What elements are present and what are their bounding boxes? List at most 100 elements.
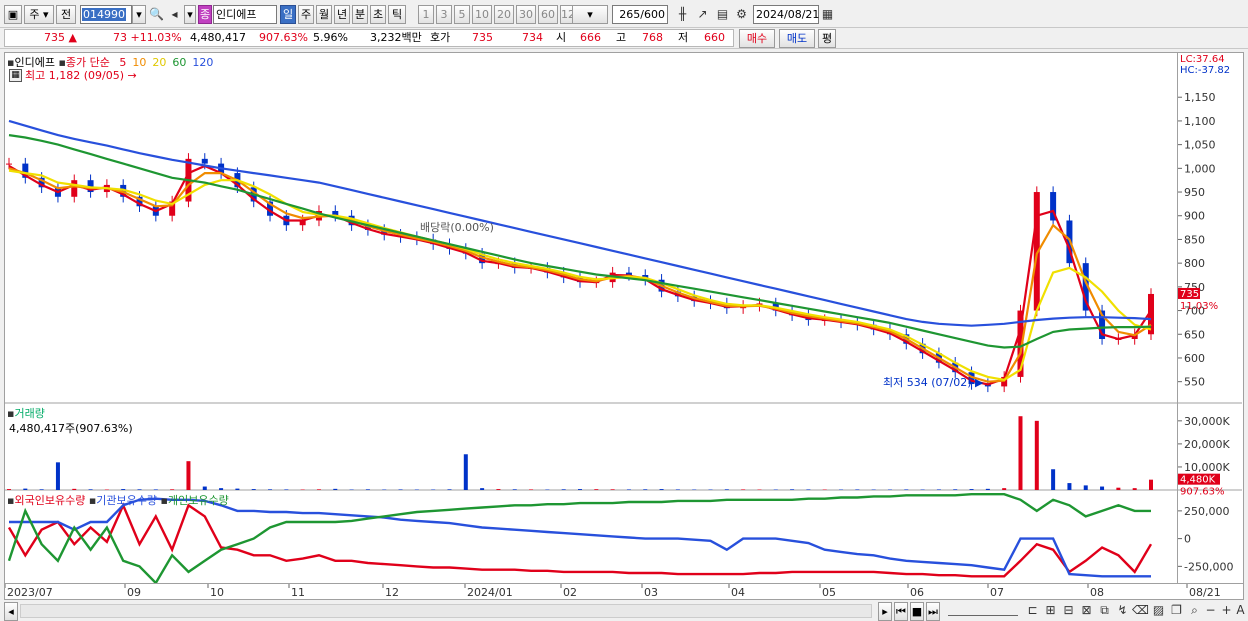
average-button[interactable]: 평 — [818, 29, 836, 48]
zoom-slider[interactable] — [948, 606, 1018, 616]
split-icon[interactable]: ⊟ — [1060, 602, 1077, 619]
font-size-icon[interactable]: A — [1232, 602, 1248, 619]
volume-bar — [790, 489, 795, 490]
calendar-icon[interactable]: ▦ — [819, 6, 836, 23]
code-dropdown-icon[interactable]: ▾ — [132, 5, 146, 24]
interval-button-20[interactable]: 20 — [494, 5, 514, 24]
last-volume-text: 4,480K — [1180, 475, 1216, 486]
x-tick-label: 07 — [990, 586, 1004, 599]
y-tick-label: 600 — [1184, 352, 1205, 365]
draw-tool-icon[interactable]: ↗ — [694, 6, 711, 23]
turnover-rate: 5.96% — [313, 31, 348, 44]
ma-period-60: 60 — [172, 56, 187, 69]
volume-bar — [1100, 486, 1105, 490]
speaker-dropdown-icon[interactable]: ▾ — [184, 5, 196, 24]
minus-icon[interactable]: − — [1202, 602, 1219, 619]
interval-button-60[interactable]: 60 — [538, 5, 558, 24]
chart-area[interactable]: ▪인디에프 ▪종가 단순 5 10 20 60 120 ▦ 최고 1,182 (09/0… — [4, 52, 1178, 584]
layout-icon[interactable]: ▣ — [4, 5, 22, 24]
interval-button-10[interactable]: 10 — [472, 5, 492, 24]
search-icon[interactable]: 🔍 — [148, 6, 165, 23]
tile-icon[interactable]: ⊠ — [1078, 602, 1095, 619]
x-axis-svg: 2023/07 09 10 11 12 2024/01 02 03 04 05 06 07 08 08/2… — [4, 584, 1221, 599]
period-button-1[interactable]: 주 — [298, 5, 314, 24]
x-tick-label: 05 — [822, 586, 836, 599]
candle-icon[interactable]: ╫ — [674, 6, 691, 23]
scrollbar-track[interactable] — [20, 604, 872, 618]
copy-icon[interactable]: ❐ — [1168, 602, 1185, 619]
bottom-bar: ◂ ▸ ⏮ ■ ⏭ ⊏ ⊞ ⊟ ⊠ ⧉ ↯ ⌫ ▨ ❐ ⌕ − + A — [0, 600, 1248, 621]
period-button-4[interactable]: 분 — [352, 5, 368, 24]
interval-button-5[interactable]: 5 — [454, 5, 470, 24]
save-icon[interactable]: ▤ — [714, 6, 731, 23]
volume-bar — [235, 488, 240, 490]
trade-amount: 3,232백만 — [370, 31, 422, 44]
volume-bar — [316, 489, 321, 490]
lc-label: LC:37.64 — [1180, 54, 1225, 65]
volume-bar — [904, 489, 909, 490]
volume-legend: ▪거래량 — [7, 407, 45, 420]
drag-icon[interactable]: ⊏ — [1024, 602, 1041, 619]
low-annotation: 최저 534 (07/02) ▶ — [883, 376, 984, 389]
interval-dropdown[interactable]: ▾ — [572, 5, 608, 24]
erase-icon[interactable]: ⌫ — [1132, 602, 1149, 619]
zoom-icon[interactable]: ⌕ — [1186, 602, 1203, 619]
count-total: /600 — [640, 8, 665, 21]
interval-button-3[interactable]: 3 — [436, 5, 452, 24]
scroll-right-icon[interactable]: ▸ — [878, 602, 892, 621]
stock-code-input[interactable]: 014990 — [80, 5, 132, 24]
volume-bar — [55, 462, 60, 490]
volume-bar — [1002, 488, 1007, 490]
volume-bar — [1018, 416, 1023, 490]
interval-button-1[interactable]: 1 — [418, 5, 434, 24]
gear-icon[interactable]: ⚙ — [733, 6, 750, 23]
rewind-icon[interactable]: ⏮ — [894, 602, 908, 621]
stop-icon[interactable]: ■ — [910, 602, 924, 621]
stock-type-badge: 종 — [198, 5, 212, 24]
volume-bar — [447, 489, 452, 490]
y-tick-label: 950 — [1184, 186, 1205, 199]
x-tick-label: 12 — [385, 586, 399, 599]
volume-bar — [953, 489, 958, 490]
hc-label: HC:-37.82 — [1180, 65, 1231, 76]
y-axis: 550 600 650 700 750 800 850 900 950 1,000 1,050 1,1… — [1178, 52, 1244, 584]
volume-bar — [659, 489, 664, 490]
period-button-2[interactable]: 월 — [316, 5, 332, 24]
trend-icon[interactable]: ↯ — [1114, 602, 1131, 619]
window-icon[interactable]: ⊞ — [1042, 602, 1059, 619]
sell-button[interactable]: 매도 — [779, 29, 815, 48]
date-field[interactable]: 2024/08/21 — [753, 5, 819, 24]
last-price-text: 735 — [1180, 289, 1199, 300]
scroll-left-icon[interactable]: ◂ — [4, 602, 18, 621]
interval-button-30[interactable]: 30 — [516, 5, 536, 24]
compare-icon[interactable]: ⧉ — [1096, 602, 1113, 619]
up-arrow-icon: ▲ — [68, 31, 77, 44]
period-button-6[interactable]: 틱 — [388, 5, 406, 24]
speaker-icon[interactable]: ◂ — [166, 6, 183, 23]
table-icon[interactable]: ▦ — [9, 69, 22, 82]
period-button-0[interactable]: 일 — [280, 5, 296, 24]
period-type-select[interactable]: 주 ▾ — [24, 5, 54, 24]
count-field[interactable]: 265/600 — [612, 5, 668, 24]
buy-button[interactable]: 매수 — [739, 29, 775, 48]
image-icon[interactable]: ▨ — [1150, 602, 1167, 619]
volume-bar — [578, 489, 582, 490]
period-button-5[interactable]: 초 — [370, 5, 386, 24]
stock-name-field[interactable]: 인디에프 — [213, 5, 277, 24]
volume-bar — [512, 489, 517, 490]
toolbar: ▣ 주 ▾ 전 014990 ▾ 🔍 ◂ ▾ 종 인디에프 일주월년분초틱 13… — [0, 0, 1248, 28]
y-axis-svg: 5506006507007508008509009501,0001,0501,1… — [1178, 91, 1242, 573]
low-price: 660 — [704, 31, 725, 44]
volume-tick-label: 20,000K — [1184, 438, 1230, 451]
price-change: 73 +11.03% — [113, 31, 182, 44]
open-label: 시 — [556, 31, 567, 44]
prev-button[interactable]: 전 — [56, 5, 76, 24]
volume-bar — [529, 489, 534, 490]
volume-bar — [186, 461, 191, 490]
x-tick-label: 08 — [1090, 586, 1104, 599]
high-label: 고 — [616, 31, 627, 44]
forward-icon[interactable]: ⏭ — [926, 602, 940, 621]
volume-bar — [675, 489, 680, 490]
y-tick-label: 1,100 — [1184, 115, 1216, 128]
period-button-3[interactable]: 년 — [334, 5, 350, 24]
